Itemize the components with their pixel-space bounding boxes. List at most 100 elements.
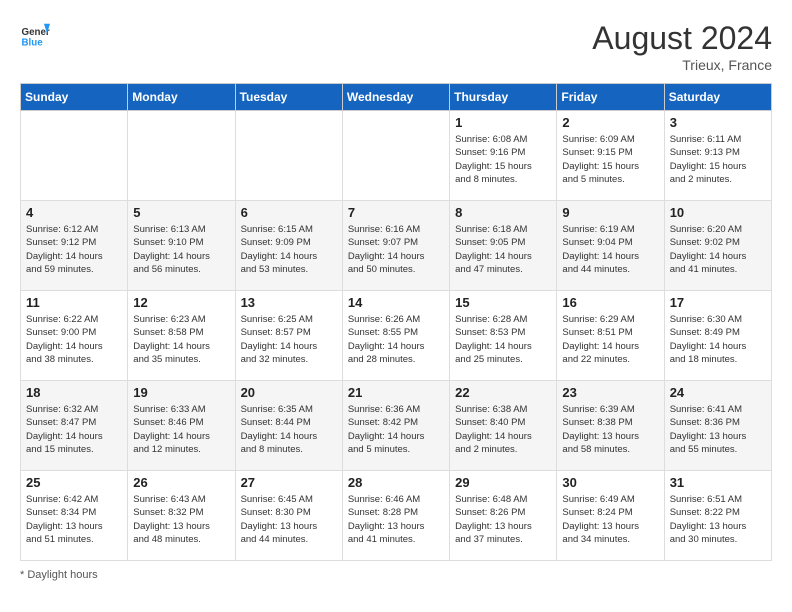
day-info: Sunrise: 6:45 AM Sunset: 8:30 PM Dayligh… [241,493,337,546]
day-info: Sunrise: 6:43 AM Sunset: 8:32 PM Dayligh… [133,493,229,546]
day-number: 11 [26,295,122,310]
calendar-day-cell: 11 Sunrise: 6:22 AM Sunset: 9:00 PM Dayli… [21,291,128,381]
calendar-day-cell: 6 Sunrise: 6:15 AM Sunset: 9:09 PM Daylig… [235,201,342,291]
calendar-week-row: 25 Sunrise: 6:42 AM Sunset: 8:34 PM Dayli… [21,471,772,561]
day-info: Sunrise: 6:51 AM Sunset: 8:22 PM Dayligh… [670,493,766,546]
day-info: Sunrise: 6:38 AM Sunset: 8:40 PM Dayligh… [455,403,551,456]
day-number: 3 [670,115,766,130]
day-info: Sunrise: 6:41 AM Sunset: 8:36 PM Dayligh… [670,403,766,456]
calendar-week-row: 18 Sunrise: 6:32 AM Sunset: 8:47 PM Dayli… [21,381,772,471]
day-info: Sunrise: 6:22 AM Sunset: 9:00 PM Dayligh… [26,313,122,366]
day-info: Sunrise: 6:48 AM Sunset: 8:26 PM Dayligh… [455,493,551,546]
day-number: 24 [670,385,766,400]
footer-note: * Daylight hours [20,569,772,581]
day-info: Sunrise: 6:23 AM Sunset: 8:58 PM Dayligh… [133,313,229,366]
day-info: Sunrise: 6:15 AM Sunset: 9:09 PM Dayligh… [241,223,337,276]
calendar-day-cell: 30Sunrise: 6:49 AM Sunset: 8:24 PM Dayli… [557,471,664,561]
calendar-day-cell: 7Sunrise: 6:16 AM Sunset: 9:07 PM Daylig… [342,201,449,291]
calendar-day-cell: 10 Sunrise: 6:20 AM Sunset: 9:02 PM Dayli… [664,201,771,291]
day-info: Sunrise: 6:28 AM Sunset: 8:53 PM Dayligh… [455,313,551,366]
calendar-day-cell: 1Sunrise: 6:08 AM Sunset: 9:16 PM Daylig… [450,111,557,201]
day-info: Sunrise: 6:39 AM Sunset: 8:38 PM Dayligh… [562,403,658,456]
day-number: 23 [562,385,658,400]
day-number: 10 [670,205,766,220]
day-info: Sunrise: 6:09 AM Sunset: 9:15 PM Dayligh… [562,133,658,186]
calendar-day-cell: 31 Sunrise: 6:51 AM Sunset: 8:22 PM Dayli… [664,471,771,561]
calendar-table: SundayMondayTuesdayWednesdayThursdayFrid… [20,83,772,561]
footer-note-text: Daylight hours [27,569,97,581]
day-number: 5 [133,205,229,220]
day-info: Sunrise: 6:29 AM Sunset: 8:51 PM Dayligh… [562,313,658,366]
calendar-day-cell: 28Sunrise: 6:46 AM Sunset: 8:28 PM Dayli… [342,471,449,561]
calendar-week-row: 11 Sunrise: 6:22 AM Sunset: 9:00 PM Dayli… [21,291,772,381]
day-number: 18 [26,385,122,400]
day-number: 21 [348,385,444,400]
day-info: Sunrise: 6:12 AM Sunset: 9:12 PM Dayligh… [26,223,122,276]
calendar-day-cell: 21 Sunrise: 6:36 AM Sunset: 8:42 PM Dayli… [342,381,449,471]
calendar-day-cell: 15 Sunrise: 6:28 AM Sunset: 8:53 PM Dayli… [450,291,557,381]
calendar-day-cell: 29 Sunrise: 6:48 AM Sunset: 8:26 PM Dayli… [450,471,557,561]
logo: General Blue [20,20,50,50]
day-number: 25 [26,475,122,490]
calendar-day-header: Saturday [664,84,771,111]
day-info: Sunrise: 6:33 AM Sunset: 8:46 PM Dayligh… [133,403,229,456]
calendar-day-header: Wednesday [342,84,449,111]
day-number: 17 [670,295,766,310]
calendar-day-cell: 9 Sunrise: 6:19 AM Sunset: 9:04 PM Daylig… [557,201,664,291]
calendar-day-cell: 5 Sunrise: 6:13 AM Sunset: 9:10 PM Daylig… [128,201,235,291]
day-number: 28 [348,475,444,490]
day-info: Sunrise: 6:42 AM Sunset: 8:34 PM Dayligh… [26,493,122,546]
calendar-day-cell: 17 Sunrise: 6:30 AM Sunset: 8:49 PM Dayli… [664,291,771,381]
day-number: 19 [133,385,229,400]
day-info: Sunrise: 6:32 AM Sunset: 8:47 PM Dayligh… [26,403,122,456]
calendar-day-cell [128,111,235,201]
day-info: Sunrise: 6:13 AM Sunset: 9:10 PM Dayligh… [133,223,229,276]
day-number: 27 [241,475,337,490]
calendar-day-cell: 25 Sunrise: 6:42 AM Sunset: 8:34 PM Dayli… [21,471,128,561]
day-info: Sunrise: 6:19 AM Sunset: 9:04 PM Dayligh… [562,223,658,276]
title-area: August 2024 Trieux, France [592,20,772,73]
day-number: 9 [562,205,658,220]
day-info: Sunrise: 6:35 AM Sunset: 8:44 PM Dayligh… [241,403,337,456]
day-number: 22 [455,385,551,400]
calendar-day-cell: 18 Sunrise: 6:32 AM Sunset: 8:47 PM Dayli… [21,381,128,471]
calendar-day-cell: 2 Sunrise: 6:09 AM Sunset: 9:15 PM Daylig… [557,111,664,201]
day-number: 6 [241,205,337,220]
day-info: Sunrise: 6:20 AM Sunset: 9:02 PM Dayligh… [670,223,766,276]
calendar-day-cell: 3 Sunrise: 6:11 AM Sunset: 9:13 PM Daylig… [664,111,771,201]
calendar-day-cell: 22 Sunrise: 6:38 AM Sunset: 8:40 PM Dayli… [450,381,557,471]
calendar-day-header: Thursday [450,84,557,111]
day-info: Sunrise: 6:26 AM Sunset: 8:55 PM Dayligh… [348,313,444,366]
calendar-day-cell: 16 Sunrise: 6:29 AM Sunset: 8:51 PM Dayli… [557,291,664,381]
day-number: 2 [562,115,658,130]
day-number: 14 [348,295,444,310]
day-number: 15 [455,295,551,310]
calendar-day-cell: 24 Sunrise: 6:41 AM Sunset: 8:36 PM Dayli… [664,381,771,471]
day-number: 13 [241,295,337,310]
svg-text:Blue: Blue [22,38,44,49]
day-info: Sunrise: 6:11 AM Sunset: 9:13 PM Dayligh… [670,133,766,186]
calendar-day-cell: 12 Sunrise: 6:23 AM Sunset: 8:58 PM Dayli… [128,291,235,381]
day-number: 12 [133,295,229,310]
calendar-day-cell: 20Sunrise: 6:35 AM Sunset: 8:44 PM Dayli… [235,381,342,471]
day-number: 29 [455,475,551,490]
calendar-day-cell [342,111,449,201]
calendar-day-cell: 26 Sunrise: 6:43 AM Sunset: 8:32 PM Dayli… [128,471,235,561]
day-info: Sunrise: 6:25 AM Sunset: 8:57 PM Dayligh… [241,313,337,366]
month-title: August 2024 [592,20,772,57]
calendar-day-header: Monday [128,84,235,111]
day-info: Sunrise: 6:16 AM Sunset: 9:07 PM Dayligh… [348,223,444,276]
calendar-week-row: 4Sunrise: 6:12 AM Sunset: 9:12 PM Daylig… [21,201,772,291]
day-number: 1 [455,115,551,130]
day-number: 26 [133,475,229,490]
calendar-day-cell [21,111,128,201]
day-info: Sunrise: 6:18 AM Sunset: 9:05 PM Dayligh… [455,223,551,276]
day-info: Sunrise: 6:30 AM Sunset: 8:49 PM Dayligh… [670,313,766,366]
calendar-body: 1Sunrise: 6:08 AM Sunset: 9:16 PM Daylig… [21,111,772,561]
calendar-day-cell: 8 Sunrise: 6:18 AM Sunset: 9:05 PM Daylig… [450,201,557,291]
day-info: Sunrise: 6:36 AM Sunset: 8:42 PM Dayligh… [348,403,444,456]
day-number: 31 [670,475,766,490]
day-number: 16 [562,295,658,310]
calendar-day-cell: 19 Sunrise: 6:33 AM Sunset: 8:46 PM Dayli… [128,381,235,471]
day-number: 8 [455,205,551,220]
